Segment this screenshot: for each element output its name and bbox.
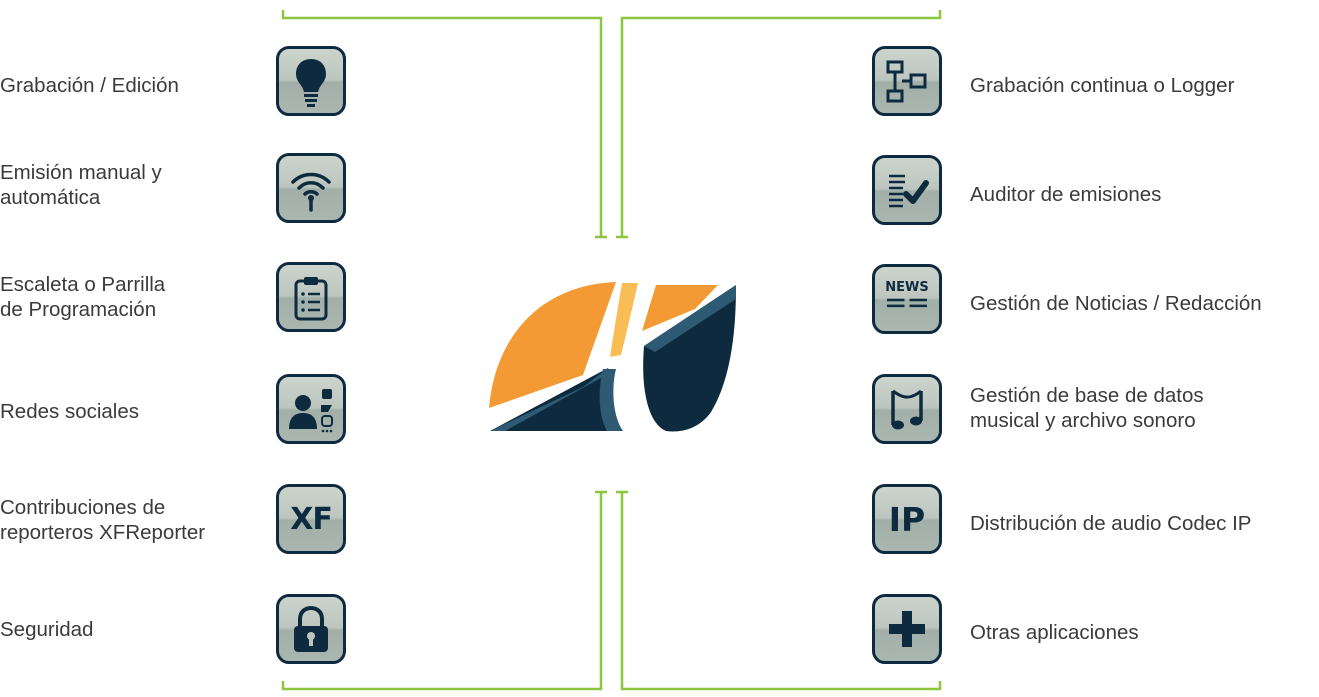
feature-label: Emisión manual y automática — [0, 161, 162, 209]
checklist-icon — [872, 155, 942, 225]
news-icon-text: NEWS — [885, 280, 929, 295]
ip-icon-text: IP — [888, 499, 926, 539]
feature-label: Otras aplicaciones — [970, 620, 1139, 644]
feature-label: Gestión de base de datos musical y archi… — [970, 384, 1204, 432]
feature-label: Redes sociales — [0, 399, 140, 423]
feature-label: Escaleta o Parrilla de Programación — [0, 273, 166, 321]
plus-icon — [872, 594, 942, 664]
feature-label: Distribución de audio Codec IP — [970, 511, 1252, 535]
company-logo — [489, 282, 736, 432]
clipboard-list-icon — [276, 262, 346, 332]
wifi-antenna-icon — [276, 153, 346, 223]
feature-label: Contribuciones de reporteros XFReporter — [0, 496, 206, 544]
social-media-icon — [276, 374, 346, 444]
xf-icon-text: XF — [290, 501, 333, 537]
music-note-icon — [872, 374, 942, 444]
padlock-icon — [276, 594, 346, 664]
xf-icon: XF — [276, 484, 346, 554]
feature-label: Auditor de emisiones — [970, 182, 1162, 206]
news-icon: NEWS — [872, 264, 942, 334]
ip-icon: IP — [872, 484, 942, 554]
feature-label: Grabación / Edición — [0, 73, 179, 97]
feature-label: Seguridad — [0, 617, 94, 641]
flowchart-icon — [872, 46, 942, 116]
logo-orange-highlight — [610, 283, 638, 357]
feature-label: Grabación continua o Logger — [970, 73, 1235, 97]
lightbulb-icon — [276, 46, 346, 116]
feature-label: Gestión de Noticias / Redacción — [970, 291, 1262, 315]
